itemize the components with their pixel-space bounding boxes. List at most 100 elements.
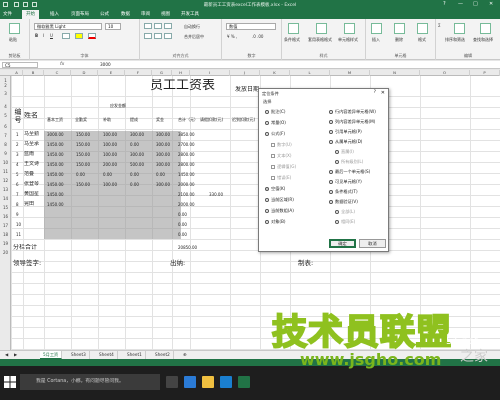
radio-icon[interactable]	[265, 121, 269, 125]
dialog-option[interactable]: 全部(L)	[335, 209, 355, 215]
font-color-icon[interactable]	[88, 33, 96, 39]
italic-button[interactable]: I	[43, 33, 44, 38]
find-select-button[interactable]: 查找和选择	[473, 37, 493, 43]
row-header-11[interactable]: 11	[0, 169, 11, 174]
row-header-9[interactable]: 9	[0, 151, 11, 156]
tab-view[interactable]: 视图	[161, 11, 170, 17]
cell-name[interactable]: 蓝雨	[24, 151, 34, 158]
help-button[interactable]: ?	[443, 1, 446, 7]
dialog-option[interactable]: 从属单元格(D)	[329, 139, 362, 145]
radio-icon[interactable]	[265, 198, 269, 202]
cell-comm[interactable]: 300.00	[130, 151, 144, 158]
tab-data[interactable]: 数据	[121, 11, 130, 17]
dialog-option[interactable]: 文本(X)	[271, 153, 292, 159]
checkbox-icon[interactable]	[271, 143, 275, 147]
cell-sub[interactable]: 0.00	[103, 171, 112, 178]
dialog-help-button[interactable]: ?	[374, 90, 376, 95]
dialog-option[interactable]: 批注(C)	[265, 109, 286, 115]
cell-num[interactable]: 11	[16, 231, 21, 238]
next-sheet-icon[interactable]: ▶	[11, 351, 20, 359]
dialog-option[interactable]: 数据验证(V)	[329, 199, 358, 205]
cell-comm[interactable]: 300.00	[130, 131, 144, 138]
ok-button[interactable]: 确定	[329, 239, 356, 248]
dialog-option[interactable]: 可见单元格(Y)	[329, 179, 362, 185]
dialog-option[interactable]: 直属(I)	[335, 149, 354, 155]
radio-icon[interactable]	[335, 150, 339, 154]
cell-name[interactable]: 晃田	[24, 201, 34, 208]
tab-insert[interactable]: 插入	[50, 11, 59, 17]
align-top-icon[interactable]	[144, 23, 152, 29]
file-explorer-icon[interactable]	[202, 376, 214, 388]
radio-icon[interactable]	[329, 140, 333, 144]
cell-base[interactable]: 1450.00	[47, 201, 64, 208]
radio-icon[interactable]	[265, 187, 269, 191]
radio-icon[interactable]	[329, 190, 333, 194]
cell-bonus[interactable]: 300.00	[156, 181, 170, 188]
fx-icon[interactable]: fx	[60, 62, 64, 67]
dialog-option[interactable]: 当前区域(R)	[265, 197, 294, 203]
cell-base[interactable]: 1450.00	[47, 171, 64, 178]
cell-comm[interactable]: 0.00	[130, 171, 139, 178]
radio-icon[interactable]	[329, 120, 333, 124]
cell-num[interactable]: 8	[16, 201, 19, 208]
cancel-button[interactable]: 取消	[359, 239, 386, 248]
conditional-format-icon[interactable]	[288, 23, 299, 34]
row-header-8[interactable]: 8	[0, 142, 11, 147]
cell-total[interactable]: 2000.00	[178, 201, 195, 208]
dialog-option[interactable]: 引用单元格(P)	[329, 129, 362, 135]
align-bottom-icon[interactable]	[164, 23, 172, 29]
underline-button[interactable]: U	[50, 33, 53, 38]
insert-cells-icon[interactable]	[371, 23, 382, 34]
wrap-text-button[interactable]: 自动换行	[184, 24, 200, 30]
tab-home[interactable]: 开始	[22, 10, 39, 19]
align-right-icon[interactable]	[164, 33, 172, 39]
excel-taskbar-icon[interactable]	[238, 376, 250, 388]
row-header-16[interactable]: 16	[0, 214, 11, 219]
cell-base[interactable]: 1450.00	[47, 161, 64, 168]
cell-full[interactable]: 150.00	[76, 151, 90, 158]
sum-icon[interactable]: Σ	[438, 23, 441, 28]
cell-full[interactable]: 150.00	[76, 131, 90, 138]
cell-num[interactable]: 5	[16, 171, 19, 178]
cell-num[interactable]: 10	[16, 221, 21, 228]
cell-bonus[interactable]: 300.00	[156, 131, 170, 138]
radio-icon[interactable]	[265, 220, 269, 224]
cell-total[interactable]: 3850.00	[178, 131, 195, 138]
dialog-option[interactable]: 当前数组(A)	[265, 208, 294, 214]
cell-base[interactable]: 1450.00	[47, 181, 64, 188]
merge-center-button[interactable]: 合并后居中	[184, 34, 204, 40]
cell-style-button[interactable]: 单元格样式	[338, 37, 358, 43]
radio-icon[interactable]	[335, 160, 339, 164]
row-header-18[interactable]: 18	[0, 232, 11, 237]
cell-total[interactable]: 0.00	[178, 231, 187, 238]
dialog-option[interactable]: 行内容差异单元格(W)	[329, 109, 376, 115]
cell-total[interactable]: 2000.00	[178, 181, 195, 188]
windows-start-icon[interactable]	[4, 376, 16, 388]
edge-browser-icon[interactable]	[184, 376, 196, 388]
font-size-field[interactable]: 10	[105, 23, 121, 30]
row-header-19[interactable]: 19	[0, 241, 11, 246]
font-name-field[interactable]: 微软雅黑 Light	[34, 23, 102, 30]
row-header-17[interactable]: 17	[0, 223, 11, 228]
cell-base[interactable]: 1450.00	[47, 151, 64, 158]
formula-input[interactable]: 3000	[100, 62, 111, 67]
cortana-search-box[interactable]: 我是 Cortana，小娜。有问题尽管问我。	[20, 374, 160, 390]
add-sheet-icon[interactable]: ⊕	[180, 351, 190, 359]
cell-name[interactable]: 黄国星	[24, 191, 39, 198]
row-header-14[interactable]: 14	[0, 196, 11, 201]
radio-icon[interactable]	[329, 130, 333, 134]
cell-base[interactable]: 1450.00	[47, 141, 64, 148]
dialog-option[interactable]: 空值(K)	[265, 186, 285, 192]
radio-icon[interactable]	[265, 132, 269, 136]
cell-bonus[interactable]: 300.00	[156, 141, 170, 148]
cell-num[interactable]: 9	[16, 211, 19, 218]
dialog-option[interactable]: 错误(E)	[271, 175, 291, 181]
dialog-option[interactable]: 列内容差异单元格(M)	[329, 119, 375, 125]
number-format-field[interactable]: 数值	[226, 23, 276, 30]
sheet-tab-sheet2[interactable]: Sheet2	[152, 351, 174, 359]
tab-developer[interactable]: 开发工具	[181, 11, 199, 17]
tab-page-layout[interactable]: 页面布局	[71, 11, 89, 17]
checkbox-icon[interactable]	[271, 165, 275, 169]
bold-button[interactable]: B	[35, 33, 38, 38]
radio-icon[interactable]	[329, 170, 333, 174]
